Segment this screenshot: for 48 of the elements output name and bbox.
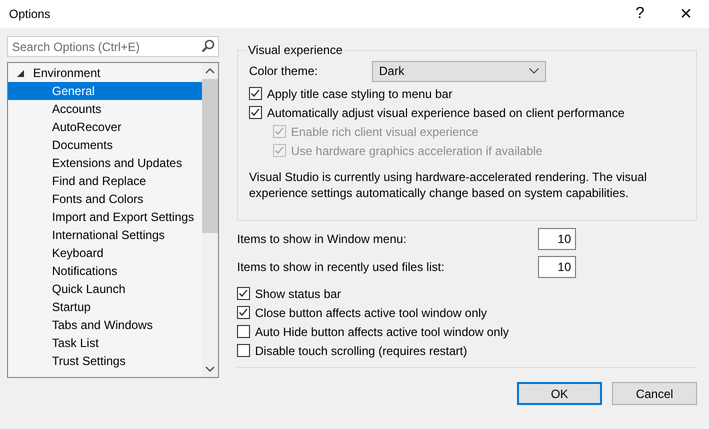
tree-item[interactable]: Keyboard [8,244,202,262]
tree-item[interactable]: Tabs and Windows [8,316,202,334]
help-button[interactable]: ? [617,0,663,28]
scroll-thumb[interactable] [202,79,218,233]
tree-item[interactable]: Accounts [8,100,202,118]
checkbox-label[interactable]: Show status bar [255,286,342,300]
search-field[interactable]: Search Options (Ctrl+E) [7,36,219,57]
close-button[interactable]: × [663,0,709,28]
window-title: Options [9,7,52,21]
search-icon [201,39,215,53]
checkbox[interactable] [237,306,250,319]
number-field[interactable]: 10 [538,228,576,250]
tree-item[interactable]: Fonts and Colors [8,190,202,208]
tree-item[interactable]: International Settings [8,226,202,244]
dialog-button[interactable]: Cancel [612,382,697,405]
tree-item[interactable]: Documents [8,136,202,154]
checkbox[interactable] [249,87,262,100]
checkbox-label[interactable]: Apply title case styling to menu bar [267,86,452,100]
checkbox[interactable] [249,106,262,119]
tree-item[interactable]: Notifications [8,262,202,280]
expander-icon[interactable] [17,70,24,76]
field-label: Items to show in Window menu: [237,232,406,246]
checkbox-label[interactable]: Automatically adjust visual experience based on client performance [267,106,625,120]
checkbox-label[interactable]: Close button affects active tool window only [255,306,487,320]
tree-item[interactable]: Quick Launch [8,280,202,298]
checkbox[interactable] [237,325,250,338]
info-text: Visual Studio is currently using hardware-accelerated rendering. The visual experience settings automatically change based on system capabilities. [249,169,648,201]
checkbox-label[interactable]: Auto Hide button affects active tool window only [255,324,509,338]
tree-item[interactable]: General [8,82,202,100]
tree-item[interactable]: Find and Replace [8,172,202,190]
number-field[interactable]: 10 [538,256,576,278]
caret-icon [529,68,539,74]
tree-item[interactable]: Task List [8,334,202,352]
group-title: Visual experience [247,43,344,57]
checkbox[interactable] [237,287,250,300]
scrollbar[interactable] [202,63,218,377]
tree-item[interactable]: Environment [8,64,202,82]
field-label: Color theme: [249,64,319,78]
dialog-button[interactable]: OK [517,382,602,405]
tree-item[interactable]: Startup [8,298,202,316]
tree-item[interactable]: Extensions and Updates [8,154,202,172]
theme-dropdown[interactable]: Dark [372,60,546,82]
tree-item[interactable]: AutoRecover [8,118,202,136]
checkbox[interactable] [237,344,250,357]
tree-item[interactable]: Trust Settings [8,352,202,370]
checkbox-label[interactable]: Disable touch scrolling (requires restart) [255,344,468,358]
tree-item[interactable]: Import and Export Settings [8,208,202,226]
field-label: Items to show in recently used files list: [237,260,444,274]
